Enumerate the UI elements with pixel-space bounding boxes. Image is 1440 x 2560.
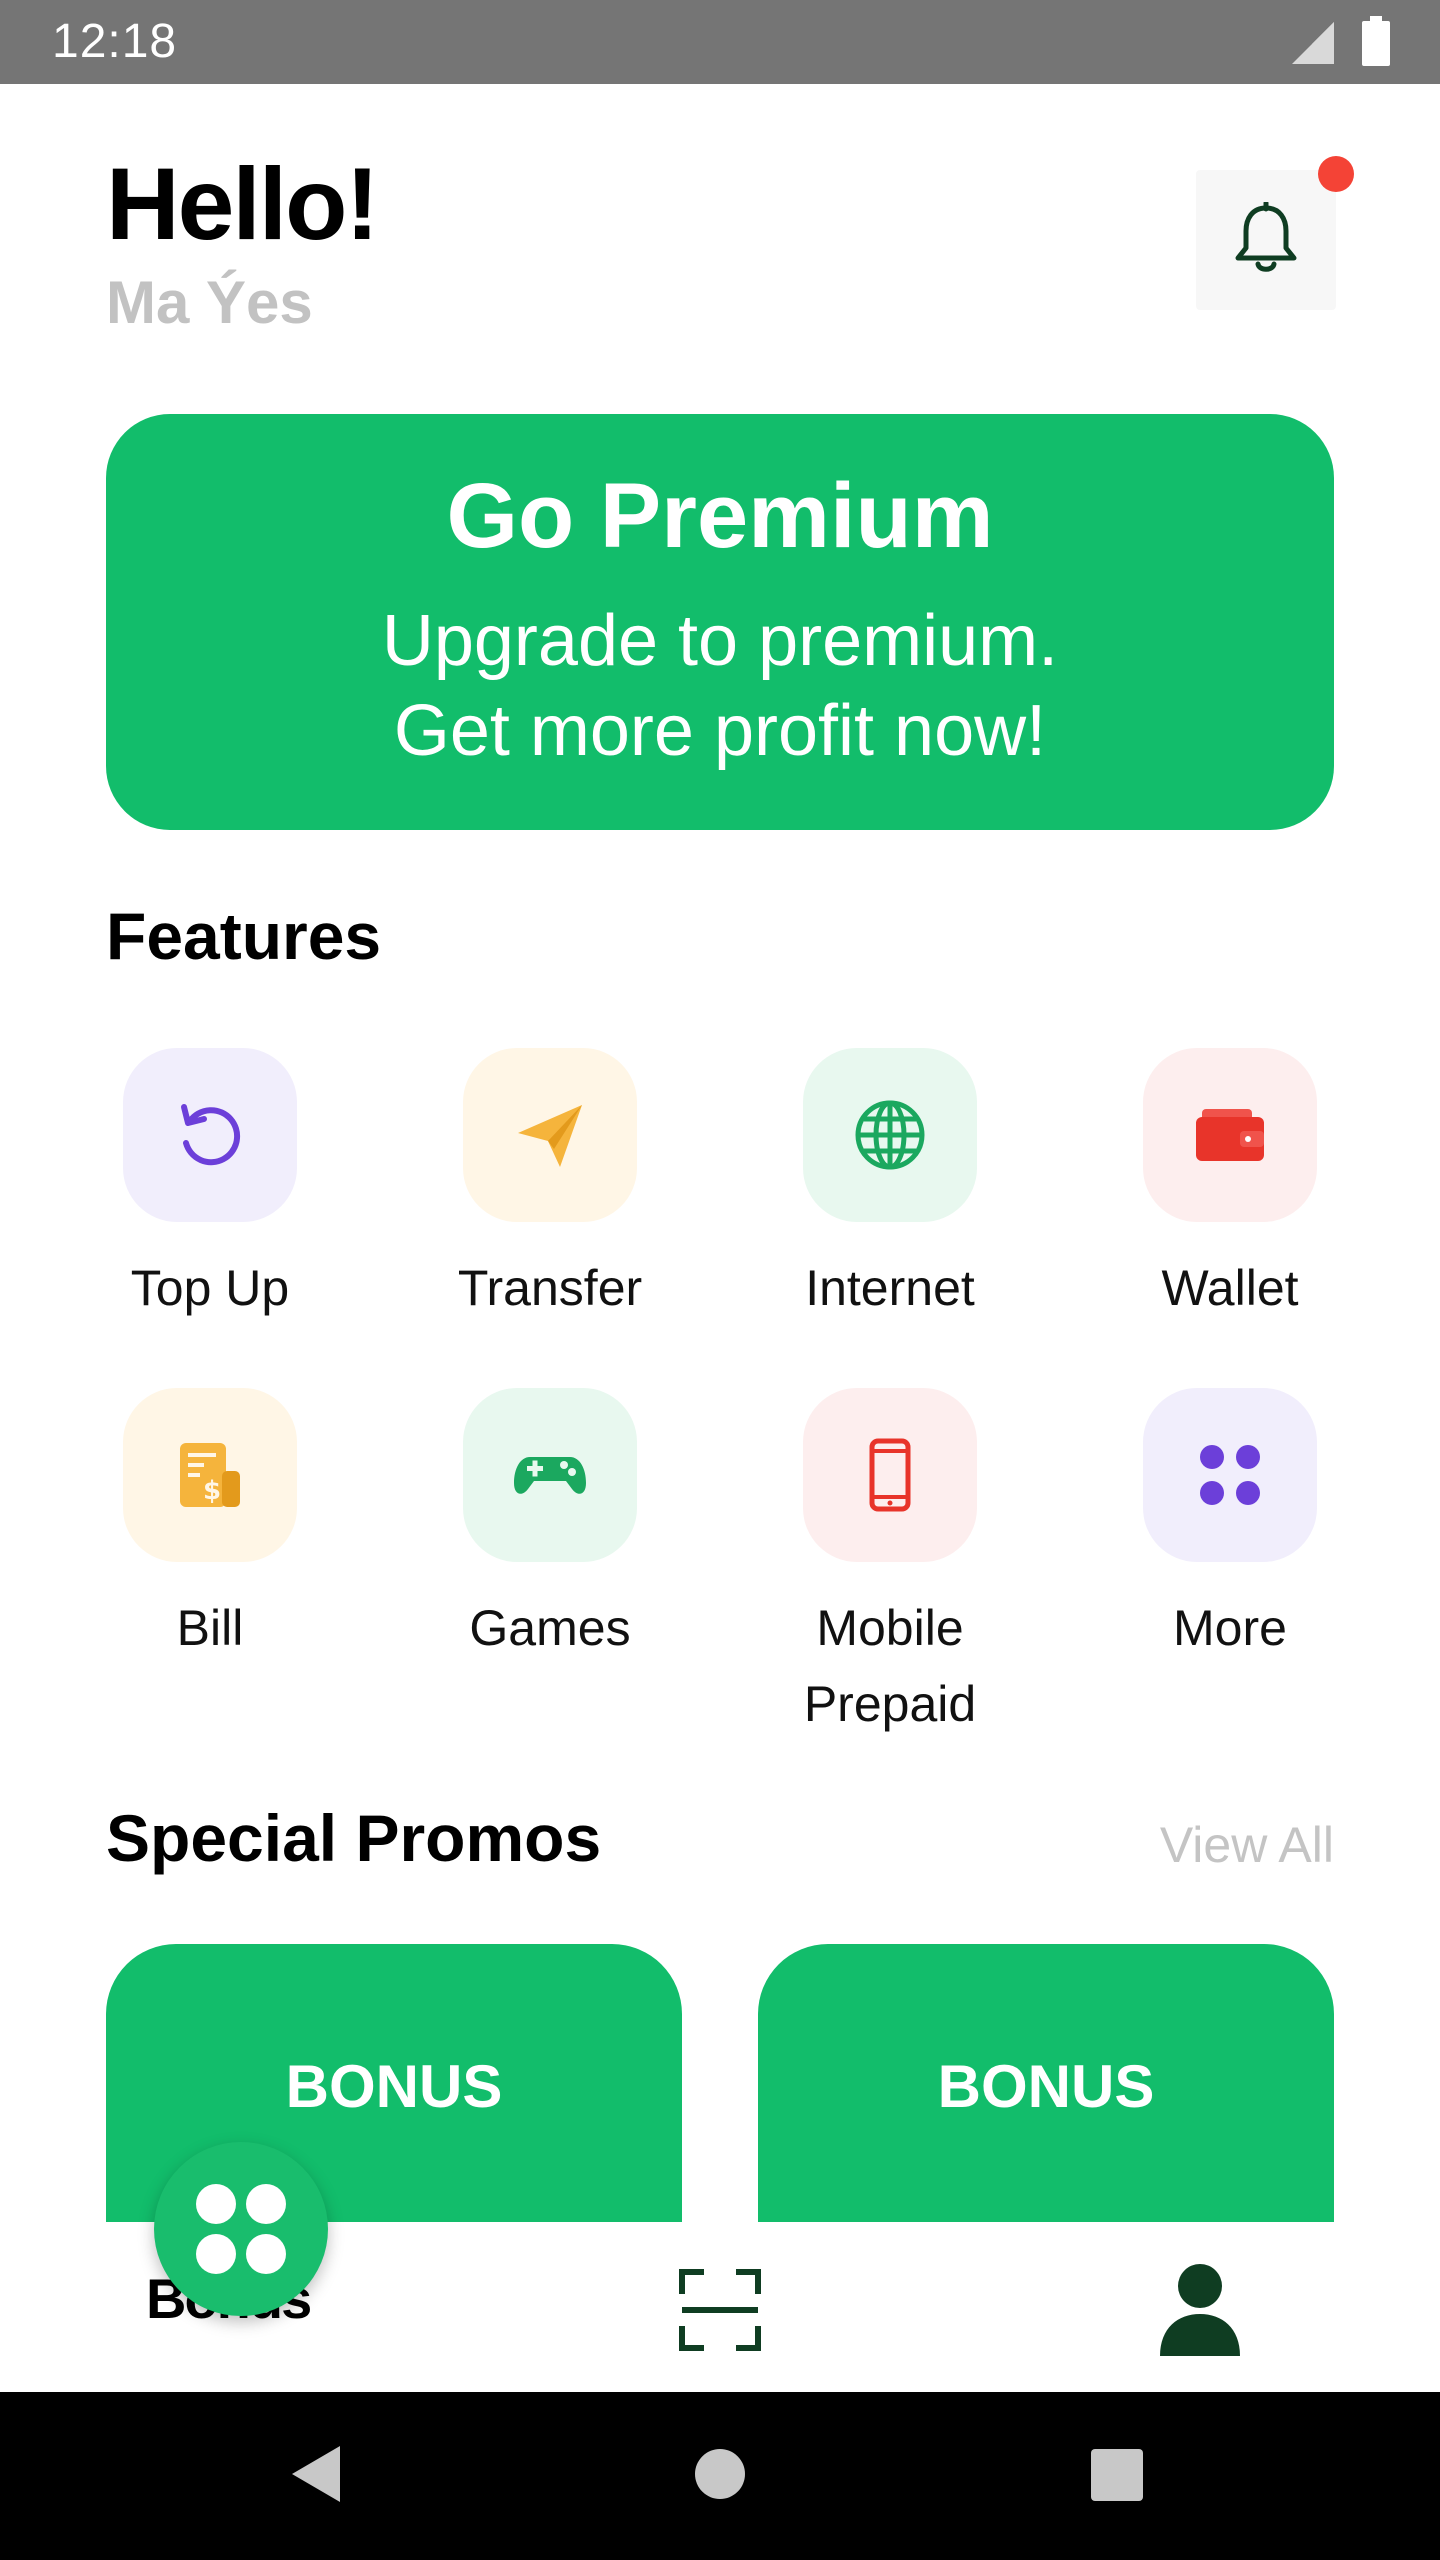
feature-label: Transfer bbox=[457, 1260, 643, 1316]
feature-tile bbox=[1143, 1048, 1317, 1222]
feature-more[interactable]: More bbox=[1060, 1388, 1400, 1666]
send-icon bbox=[518, 1105, 582, 1167]
feature-tile bbox=[1143, 1388, 1317, 1562]
feature-mobile-prepaid[interactable]: Mobile Prepaid bbox=[720, 1388, 1060, 1742]
promo-card[interactable]: BONUS bbox=[758, 1944, 1334, 2224]
feature-tile: $ bbox=[123, 1388, 297, 1562]
feature-internet[interactable]: Internet bbox=[720, 1048, 1060, 1326]
feature-tile bbox=[803, 1388, 977, 1562]
promo-label: BONUS bbox=[937, 2053, 1155, 2120]
special-promos-title: Special Promos bbox=[106, 1801, 602, 1875]
battery-icon bbox=[1362, 16, 1390, 66]
feature-label: Bill bbox=[176, 1600, 244, 1656]
status-bar: 12:18 bbox=[0, 0, 1440, 84]
fab-dot bbox=[246, 2184, 286, 2224]
feature-label: Mobile Prepaid bbox=[720, 1590, 1060, 1742]
greeting-title: Hello! bbox=[106, 147, 379, 261]
feature-label-line1: Mobile bbox=[816, 1600, 964, 1656]
fab-dot bbox=[246, 2234, 286, 2274]
bill-icon: $ bbox=[180, 1443, 240, 1507]
grid-icon bbox=[1200, 1445, 1260, 1505]
premium-subtitle-line1: Upgrade to premium. bbox=[381, 601, 1059, 681]
profile-icon[interactable] bbox=[1158, 2262, 1242, 2356]
promo-label: BONUS bbox=[285, 2053, 503, 2120]
scan-icon[interactable] bbox=[678, 2268, 762, 2352]
svg-text:$: $ bbox=[203, 1476, 221, 1506]
feature-label: Internet bbox=[805, 1260, 975, 1316]
premium-subtitle-line2: Get more profit now! bbox=[393, 691, 1047, 771]
feature-top-up[interactable]: Top Up bbox=[40, 1048, 380, 1326]
refresh-icon bbox=[181, 1104, 241, 1166]
gamepad-icon bbox=[514, 1457, 586, 1494]
recents-icon[interactable] bbox=[1090, 2448, 1144, 2502]
fab-dot bbox=[196, 2234, 236, 2274]
bell-icon bbox=[1235, 202, 1297, 272]
back-icon[interactable] bbox=[288, 2444, 344, 2504]
user-name: Ma Ýes bbox=[106, 269, 313, 336]
phone-icon bbox=[869, 1438, 911, 1512]
feature-bill[interactable]: $ Bill bbox=[40, 1388, 380, 1666]
status-time: 12:18 bbox=[52, 15, 178, 68]
feature-tile bbox=[803, 1048, 977, 1222]
notification-badge bbox=[1318, 156, 1354, 192]
feature-wallet[interactable]: Wallet bbox=[1060, 1048, 1400, 1326]
feature-label: Games bbox=[469, 1600, 631, 1656]
feature-games[interactable]: Games bbox=[380, 1388, 720, 1666]
feature-label-line2: Prepaid bbox=[803, 1676, 977, 1732]
fab-dot bbox=[196, 2184, 236, 2224]
home-menu-button[interactable] bbox=[154, 2142, 328, 2316]
globe-icon bbox=[855, 1100, 925, 1170]
feature-label: Wallet bbox=[1161, 1260, 1299, 1316]
feature-tile bbox=[463, 1048, 637, 1222]
cell-signal-icon bbox=[1292, 22, 1334, 64]
feature-label: Top Up bbox=[130, 1260, 290, 1316]
features-title: Features bbox=[106, 899, 382, 973]
view-all-link[interactable]: View All bbox=[1160, 1816, 1334, 1874]
feature-label: More bbox=[1173, 1600, 1287, 1656]
feature-tile bbox=[463, 1388, 637, 1562]
feature-tile bbox=[123, 1048, 297, 1222]
home-icon[interactable] bbox=[694, 2448, 746, 2500]
premium-banner[interactable]: Go Premium Upgrade to premium. Get more … bbox=[106, 414, 1334, 830]
premium-title: Go Premium bbox=[446, 465, 994, 567]
wallet-icon bbox=[1196, 1109, 1264, 1161]
notifications-button[interactable] bbox=[1196, 170, 1336, 310]
feature-transfer[interactable]: Transfer bbox=[380, 1048, 720, 1326]
